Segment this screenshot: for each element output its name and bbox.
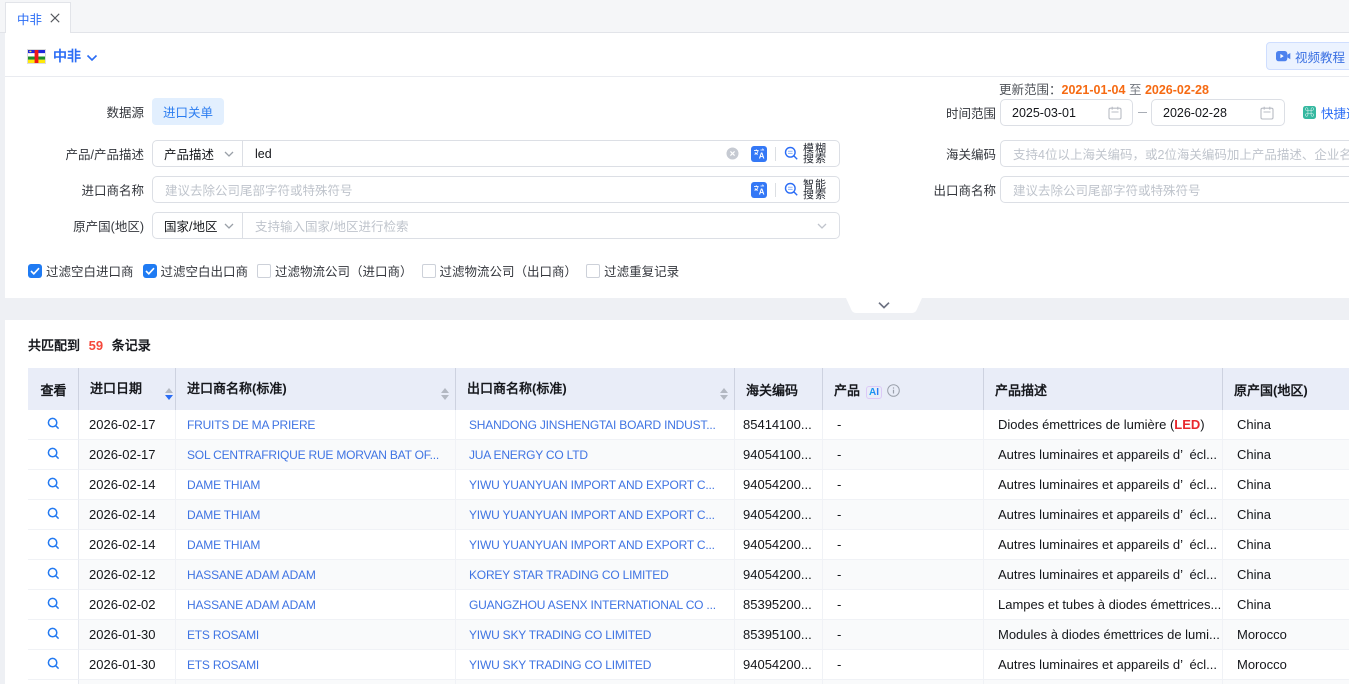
svg-text:⌘: ⌘ bbox=[1305, 107, 1315, 119]
